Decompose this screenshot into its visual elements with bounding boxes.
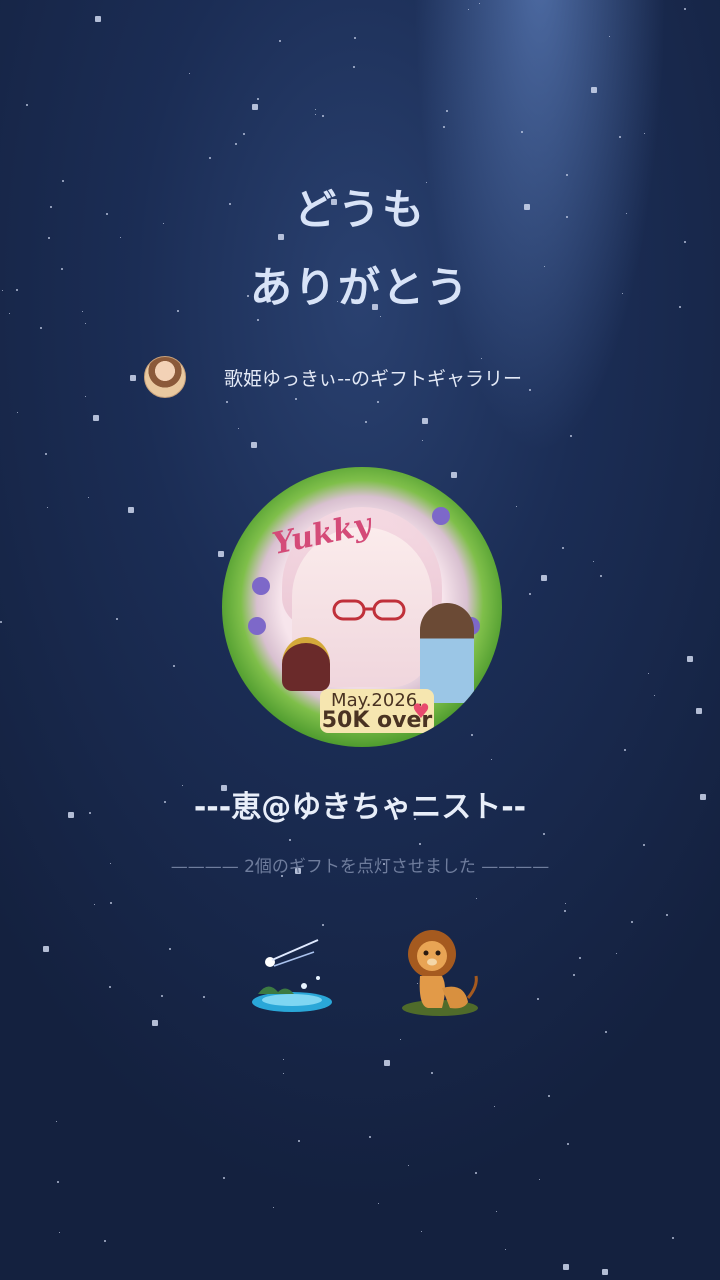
samurai-helmet-icon xyxy=(282,637,330,691)
milestone-badge: Yukky May.2026. 50K over ♥ xyxy=(222,467,502,747)
shooting-star-lake-icon[interactable] xyxy=(248,936,336,1016)
lion-icon[interactable] xyxy=(398,926,482,1018)
avatar-icon[interactable] xyxy=(144,356,186,398)
kimono-girl-icon xyxy=(420,603,474,703)
iris-flower-icon xyxy=(252,577,270,595)
iris-flower-icon xyxy=(248,617,266,635)
thanks-title-line2: ありがとう xyxy=(249,263,470,312)
heart-icon: ♥ xyxy=(412,699,430,723)
glasses-icon xyxy=(332,599,406,621)
supporter-name: ---恵@ゆきちゃニスト-- xyxy=(193,790,527,825)
gallery-header[interactable]: 歌姫ゆっきぃ--のギフトギャラリー xyxy=(144,356,522,398)
gallery-title: 歌姫ゆっきぃ--のギフトギャラリー xyxy=(224,367,522,390)
iris-flower-icon xyxy=(432,507,450,525)
thanks-title-line1: どうも xyxy=(293,185,426,234)
gift-summary: ———— 2個のギフトを点灯させました ———— xyxy=(170,857,550,877)
